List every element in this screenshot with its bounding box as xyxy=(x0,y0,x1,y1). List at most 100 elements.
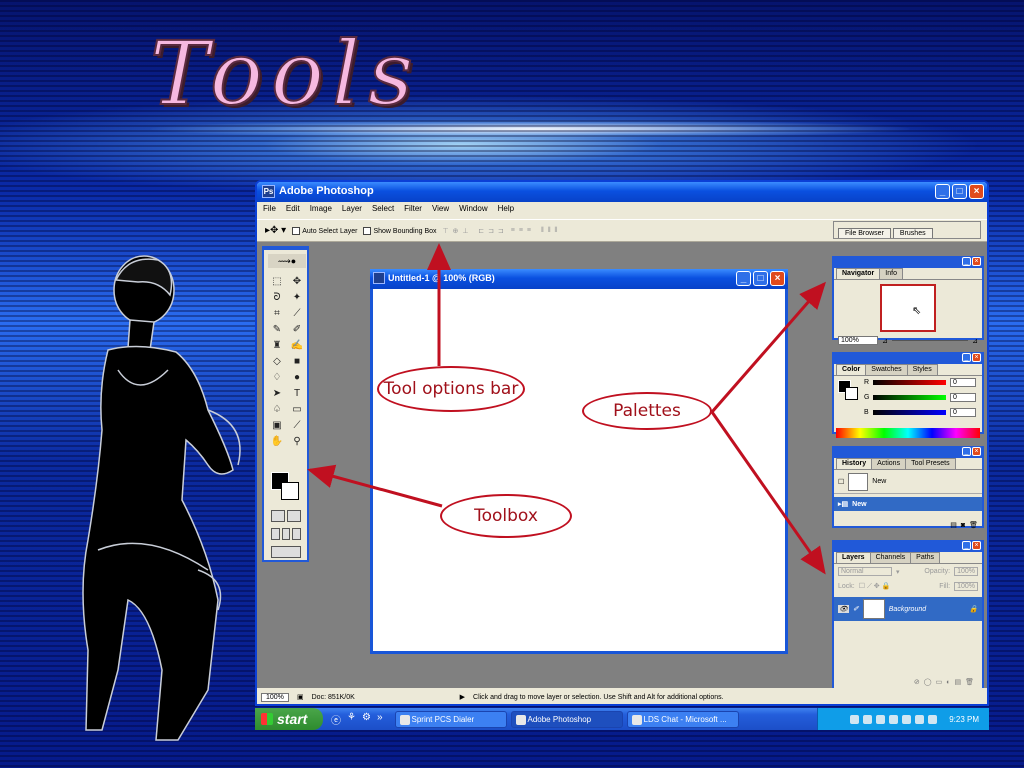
layer-row-background[interactable]: 👁 ✐ Background 🔒 xyxy=(834,597,982,621)
blue-slider[interactable] xyxy=(872,410,946,415)
task-sprint-pcs-dialer[interactable]: Sprint PCS Dialer xyxy=(394,710,507,728)
lock-icons[interactable]: ☐ ⟋ ✥ 🔒 xyxy=(859,582,891,591)
clock[interactable]: 9:23 PM xyxy=(949,715,979,724)
red-value[interactable]: 0 xyxy=(950,378,976,387)
palette-minimize-button[interactable]: _ xyxy=(962,447,971,456)
tab-color[interactable]: Color xyxy=(836,364,867,375)
path-selection-tool-icon[interactable]: ➤ xyxy=(268,386,286,401)
zoom-in-icon[interactable]: ⊿ xyxy=(972,337,978,345)
navigator-thumbnail[interactable]: ⇖ xyxy=(880,284,936,332)
snapshot-icon[interactable]: ◙ xyxy=(961,522,965,529)
hand-tool-icon[interactable]: ✋ xyxy=(268,434,286,449)
quick-launch-expand-icon[interactable]: » xyxy=(377,712,383,727)
menu-edit[interactable]: Edit xyxy=(286,204,300,218)
tray-icon[interactable] xyxy=(863,714,873,724)
distribute-icons[interactable]: ≡ ≡ ≡ ⫴ ⫴ ⫴ xyxy=(511,227,559,235)
screen-mode-buttons[interactable] xyxy=(271,528,302,540)
menu-filter[interactable]: Filter xyxy=(404,204,422,218)
color-spectrum-ramp[interactable] xyxy=(836,428,980,438)
brush-tool-icon[interactable]: ✐ xyxy=(288,322,306,337)
green-slider[interactable] xyxy=(873,395,946,400)
tab-history[interactable]: History xyxy=(836,458,873,469)
tab-info[interactable]: Info xyxy=(879,268,903,279)
status-zoom[interactable]: 100% xyxy=(261,692,289,702)
menu-view[interactable]: View xyxy=(432,204,449,218)
crop-tool-icon[interactable]: ⌗ xyxy=(268,306,286,321)
eyedropper-tool-icon[interactable]: ⟋ xyxy=(288,418,306,433)
status-menu-arrow-icon[interactable]: ▶ xyxy=(460,693,465,701)
zoom-tool-icon[interactable]: ⚲ xyxy=(288,434,306,449)
well-tab-brushes[interactable]: Brushes xyxy=(892,228,933,238)
history-brush-tool-icon[interactable]: ✍ xyxy=(288,338,306,353)
red-slider[interactable] xyxy=(873,380,946,385)
document-title-bar[interactable]: Untitled-1 @ 100% (RGB) _ □ × xyxy=(370,269,788,289)
well-tab-file-browser[interactable]: File Browser xyxy=(838,228,891,238)
color-bg-swatch[interactable] xyxy=(845,387,858,400)
volume-icon[interactable] xyxy=(928,714,938,724)
tab-tool-presets[interactable]: Tool Presets xyxy=(905,458,956,469)
quick-mask-buttons[interactable] xyxy=(271,510,301,522)
tab-channels[interactable]: Channels xyxy=(869,552,912,563)
eye-icon[interactable]: 👁 xyxy=(838,605,849,613)
zoom-out-icon[interactable]: ⊿ xyxy=(882,337,888,345)
blend-mode-select[interactable]: Normal xyxy=(838,567,892,576)
tray-icon[interactable] xyxy=(850,714,860,724)
chevron-down-icon[interactable]: ▾ xyxy=(896,568,900,576)
tab-paths[interactable]: Paths xyxy=(910,552,941,563)
new-set-icon[interactable]: ▭ xyxy=(936,678,943,686)
doc-size[interactable]: Doc: 851K/0K xyxy=(312,694,452,701)
palette-close-button[interactable]: × xyxy=(972,447,981,456)
task-adobe-photoshop[interactable]: Adobe Photoshop xyxy=(510,710,623,728)
bounding-box-checkbox[interactable]: Show Bounding Box xyxy=(363,226,437,235)
minimize-button[interactable]: _ xyxy=(935,184,950,199)
photoshop-feather-icon[interactable]: ⟿● xyxy=(268,254,306,268)
quick-app-icon[interactable]: ⚘ xyxy=(347,712,356,727)
menu-image[interactable]: Image xyxy=(310,204,332,218)
shape-tool-icon[interactable]: ▭ xyxy=(288,402,306,417)
palette-close-button[interactable]: × xyxy=(972,353,981,362)
doc-maximize-button[interactable]: □ xyxy=(753,271,768,286)
magic-wand-tool-icon[interactable]: ✦ xyxy=(288,290,306,305)
delete-layer-icon[interactable]: 🗑 xyxy=(965,678,974,686)
tab-actions[interactable]: Actions xyxy=(871,458,907,469)
adjustment-layer-icon[interactable]: ◐ xyxy=(946,679,950,686)
move-tool-icon[interactable]: ✥ xyxy=(288,274,306,289)
blue-value[interactable]: 0 xyxy=(950,408,976,417)
title-bar[interactable]: Ps Adobe Photoshop _ □ × xyxy=(257,182,987,202)
start-button[interactable]: start xyxy=(255,708,323,730)
maximize-button[interactable]: □ xyxy=(952,184,967,199)
zoom-slider[interactable] xyxy=(891,340,969,341)
task-lds-chat[interactable]: LDS Chat - Microsoft ... xyxy=(626,710,739,728)
green-value[interactable]: 0 xyxy=(950,393,976,402)
palette-minimize-button[interactable]: _ xyxy=(962,353,971,362)
lasso-tool-icon[interactable]: ᘐ xyxy=(268,290,286,305)
tray-icon[interactable] xyxy=(889,714,899,724)
auto-select-checkbox[interactable]: Auto Select Layer xyxy=(292,226,357,235)
media-icon[interactable]: ⚙ xyxy=(362,712,371,727)
tab-navigator[interactable]: Navigator xyxy=(836,268,881,279)
tab-swatches[interactable]: Swatches xyxy=(865,364,908,375)
palette-close-button[interactable]: × xyxy=(972,541,981,550)
signal-icon[interactable] xyxy=(902,714,912,724)
doc-minimize-button[interactable]: _ xyxy=(736,271,751,286)
tab-styles[interactable]: Styles xyxy=(906,364,938,375)
pen-tool-icon[interactable]: ♤ xyxy=(268,402,286,417)
move-tool-preset-icon[interactable]: ▸✥ ▾ xyxy=(265,225,286,236)
slice-tool-icon[interactable]: ⟋ xyxy=(288,306,306,321)
layer-style-icon[interactable]: ⊘ xyxy=(914,678,920,686)
notes-tool-icon[interactable]: ▣ xyxy=(268,418,286,433)
jump-to-imageready-button[interactable] xyxy=(271,546,301,558)
type-tool-icon[interactable]: T xyxy=(288,386,306,401)
ie-icon[interactable]: ⓔ xyxy=(331,712,341,727)
fill-value[interactable]: 100% xyxy=(954,582,978,591)
tray-icon[interactable] xyxy=(915,714,925,724)
menu-window[interactable]: Window xyxy=(459,204,487,218)
menu-file[interactable]: File xyxy=(263,204,276,218)
marquee-tool-icon[interactable]: ⬚ xyxy=(268,274,286,289)
doc-close-button[interactable]: × xyxy=(770,271,785,286)
layer-mask-icon[interactable]: ◯ xyxy=(924,678,932,686)
dodge-tool-icon[interactable]: ● xyxy=(288,370,306,385)
tray-icon[interactable] xyxy=(876,714,886,724)
opacity-value[interactable]: 100% xyxy=(954,567,978,576)
healing-brush-tool-icon[interactable]: ✎ xyxy=(268,322,286,337)
